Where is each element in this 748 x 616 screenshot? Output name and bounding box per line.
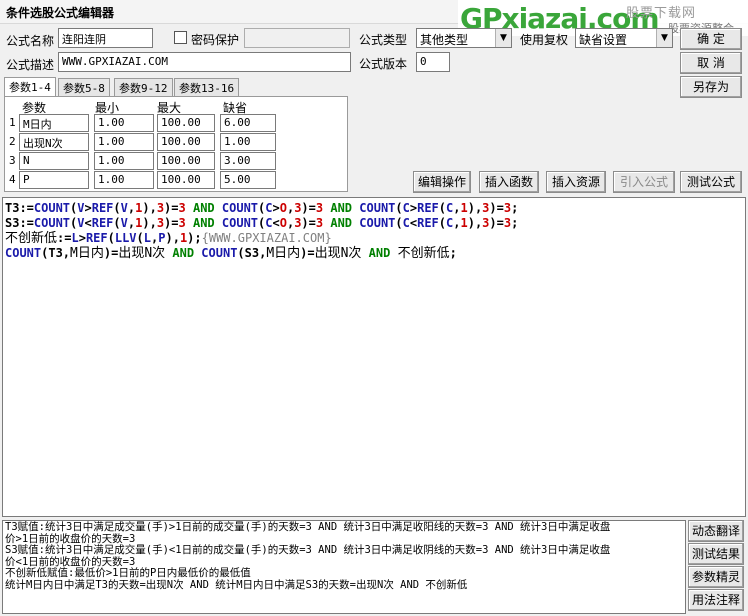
param-row-number: 3 <box>9 154 16 167</box>
param-name-cell[interactable]: M日内 <box>19 114 89 132</box>
param-default-cell[interactable]: 1.00 <box>220 133 276 151</box>
cancel-button[interactable]: 取 消 <box>680 52 742 74</box>
formula-type-label: 公式类型 <box>359 33 408 47</box>
password-input <box>244 28 350 48</box>
password-label: 密码保护 <box>191 33 240 47</box>
tab-params-1-4[interactable]: 参数1-4 <box>4 77 56 96</box>
usage-label: 使用复权 <box>520 33 569 47</box>
param-panel: 参数 最小 最大 缺省 1 M日内 1.00 100.00 6.00 2 出现N… <box>4 96 348 192</box>
output-line: S3赋值:统计3日中满足成交量(手)<1日前的成交量(手)的天数=3 AND 统… <box>5 544 611 556</box>
param-max-cell[interactable]: 100.00 <box>157 152 215 170</box>
formula-editor[interactable]: T3:=COUNT(V>REF(V,1),3)=3 AND COUNT(C>O,… <box>2 197 746 517</box>
insert-function-button[interactable]: 插入函数 <box>479 171 539 193</box>
param-default-cell[interactable]: 6.00 <box>220 114 276 132</box>
code-line: 不创新低:=L>REF(LLV(L,P),1);{WWW.GPXIAZAI.CO… <box>5 231 332 246</box>
tab-params-13-16[interactable]: 参数13-16 <box>174 78 240 96</box>
param-default-cell[interactable]: 3.00 <box>220 152 276 170</box>
edit-ops-button[interactable]: 编辑操作 <box>413 171 471 193</box>
code-line: T3:=COUNT(V>REF(V,1),3)=3 AND COUNT(C>O,… <box>5 201 519 215</box>
formula-type-value: 其他类型 <box>420 33 469 47</box>
param-name-cell[interactable]: N <box>19 152 89 170</box>
chevron-down-icon: ▼ <box>656 29 672 47</box>
chevron-down-icon: ▼ <box>495 29 511 47</box>
save-as-button[interactable]: 另存为 <box>680 76 742 98</box>
param-min-cell[interactable]: 1.00 <box>94 152 154 170</box>
formula-name-input[interactable]: 连阳连阴 <box>58 28 153 48</box>
formula-type-select[interactable]: 其他类型 ▼ <box>416 28 512 48</box>
test-formula-button[interactable]: 测试公式 <box>680 171 742 193</box>
param-max-cell[interactable]: 100.00 <box>157 114 215 132</box>
param-name-cell[interactable]: 出现N次 <box>19 133 89 151</box>
param-min-cell[interactable]: 1.00 <box>94 133 154 151</box>
param-min-cell[interactable]: 1.00 <box>94 171 154 189</box>
ok-button[interactable]: 确 定 <box>680 28 742 50</box>
import-formula-button[interactable]: 引入公式 <box>613 171 675 193</box>
formula-name-label: 公式名称 <box>6 34 55 48</box>
formula-desc-label: 公式描述 <box>6 58 55 72</box>
formula-version-label: 公式版本 <box>359 57 408 71</box>
param-row-number: 2 <box>9 135 16 148</box>
insert-resource-button[interactable]: 插入资源 <box>546 171 606 193</box>
param-default-cell[interactable]: 5.00 <box>220 171 276 189</box>
watermark-line1: 股票下载网 <box>626 6 697 21</box>
test-result-button[interactable]: 测试结果 <box>688 543 744 565</box>
tab-params-5-8[interactable]: 参数5-8 <box>58 78 110 96</box>
param-max-cell[interactable]: 100.00 <box>157 133 215 151</box>
code-line: S3:=COUNT(V<REF(V,1),3)=3 AND COUNT(C<O,… <box>5 216 519 230</box>
param-row-number: 4 <box>9 173 16 186</box>
formula-version-input[interactable]: 0 <box>416 52 450 72</box>
param-wizard-button[interactable]: 参数精灵 <box>688 566 744 588</box>
usage-notes-button[interactable]: 用法注释 <box>688 589 744 611</box>
output-line: T3赋值:统计3日中满足成交量(手)>1日前的成交量(手)的天数=3 AND 统… <box>5 521 611 533</box>
param-name-cell[interactable]: P <box>19 171 89 189</box>
output-line: 统计M日内日中满足T3的天数=出现N次 AND 统计M日内日中满足S3的天数=出… <box>5 578 468 591</box>
window-title: 条件选股公式编辑器 <box>6 6 115 20</box>
code-line: COUNT(T3,M日内)=出现N次 AND COUNT(S3,M日内)=出现N… <box>5 246 457 261</box>
translation-output: T3赋值:统计3日中满足成交量(手)>1日前的成交量(手)的天数=3 AND 统… <box>2 520 686 614</box>
password-checkbox[interactable] <box>174 31 187 44</box>
param-row-number: 1 <box>9 116 16 129</box>
output-line: 不创新低赋值:最低价>1日前的P日内最低价的最低值 <box>5 567 251 579</box>
usage-value: 缺省设置 <box>579 33 628 47</box>
dynamic-translate-button[interactable]: 动态翻译 <box>688 520 744 542</box>
param-min-cell[interactable]: 1.00 <box>94 114 154 132</box>
param-max-cell[interactable]: 100.00 <box>157 171 215 189</box>
tab-params-9-12[interactable]: 参数9-12 <box>114 78 173 96</box>
usage-select[interactable]: 缺省设置 ▼ <box>575 28 673 48</box>
formula-desc-input[interactable]: WWW.GPXIAZAI.COM <box>58 52 351 72</box>
